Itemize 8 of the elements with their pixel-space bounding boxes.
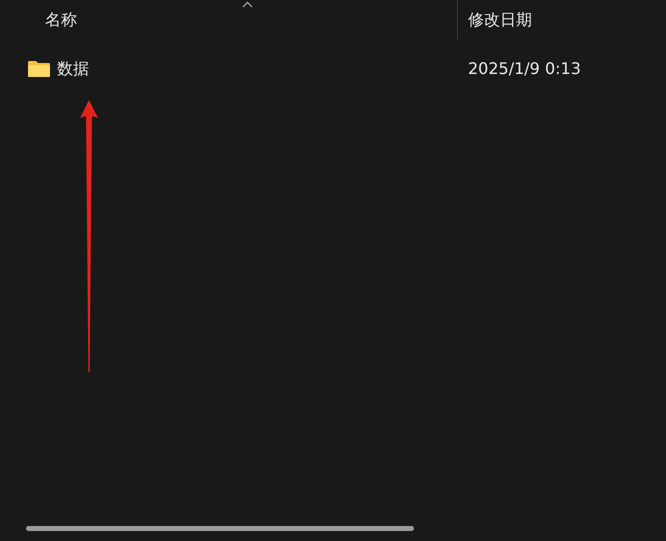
modified-date: 2025/1/9 0:13 (467, 58, 581, 80)
folder-icon (27, 60, 51, 78)
sort-ascending-icon (242, 1, 253, 8)
file-name: 数据 (57, 58, 89, 80)
column-header[interactable]: 修改日期 (468, 8, 532, 32)
column-header[interactable]: 名称 (45, 8, 77, 32)
horizontal-scrollbar[interactable] (26, 526, 414, 531)
file-row[interactable]: 数据 2025/1/9 0:13 (0, 54, 666, 84)
